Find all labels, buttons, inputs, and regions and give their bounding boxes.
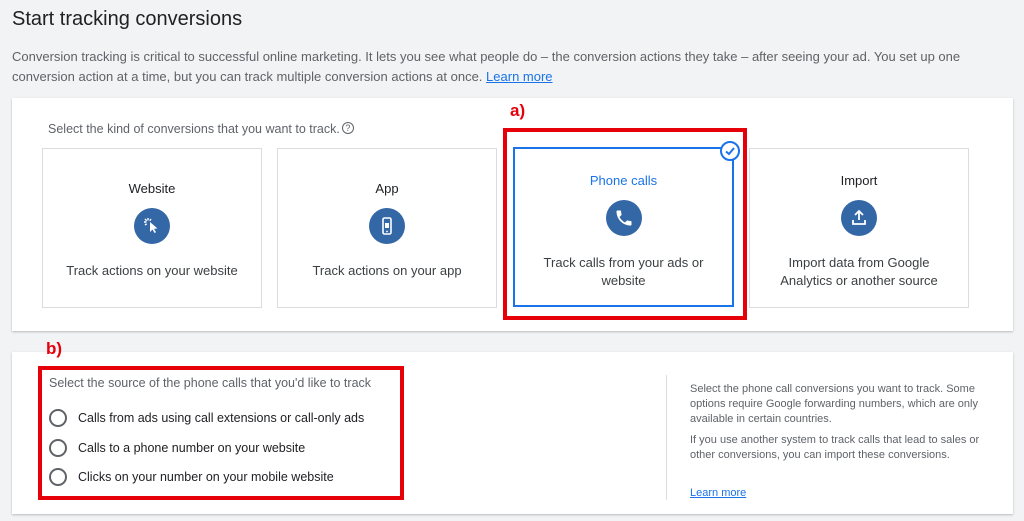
learn-more-link[interactable]: Learn more [486, 69, 552, 84]
help-icon[interactable]: ? [341, 122, 354, 134]
vertical-divider [666, 375, 667, 500]
tile-title: App [375, 181, 399, 196]
conversion-kind-prompt-text: Select the kind of conversions that you … [48, 122, 340, 136]
tile-website[interactable]: Website Track actions on your website [42, 148, 262, 308]
mobile-phone-icon [369, 208, 405, 244]
upload-icon [841, 200, 877, 236]
conversion-kind-prompt: Select the kind of conversions that you … [48, 122, 354, 136]
cursor-click-icon [134, 208, 170, 244]
annotation-b: b) [46, 339, 63, 358]
side-help-link-wrap: Learn more [690, 486, 990, 501]
side-learn-more-link[interactable]: Learn more [690, 487, 746, 499]
tile-import[interactable]: Import Import data from Google Analytics… [749, 148, 969, 308]
side-help-text-2: If you use another system to track calls… [690, 434, 980, 461]
tile-description: Track actions on your app [312, 263, 462, 278]
page-title: Start tracking conversions [12, 8, 243, 30]
side-help-text-1: Select the phone call conversions you wa… [690, 383, 978, 425]
tile-description: Import data from Google Analytics or ano… [780, 255, 938, 288]
highlight-box-a [503, 128, 747, 320]
intro-text: Conversion tracking is critical to succe… [12, 47, 1012, 87]
tile-description: Track actions on your website [66, 263, 238, 278]
tile-app[interactable]: App Track actions on your app [277, 148, 497, 308]
annotation-a: a) [510, 101, 526, 120]
highlight-box-b [38, 366, 404, 500]
tile-title: Import [840, 173, 878, 188]
tile-title: Website [128, 181, 176, 196]
